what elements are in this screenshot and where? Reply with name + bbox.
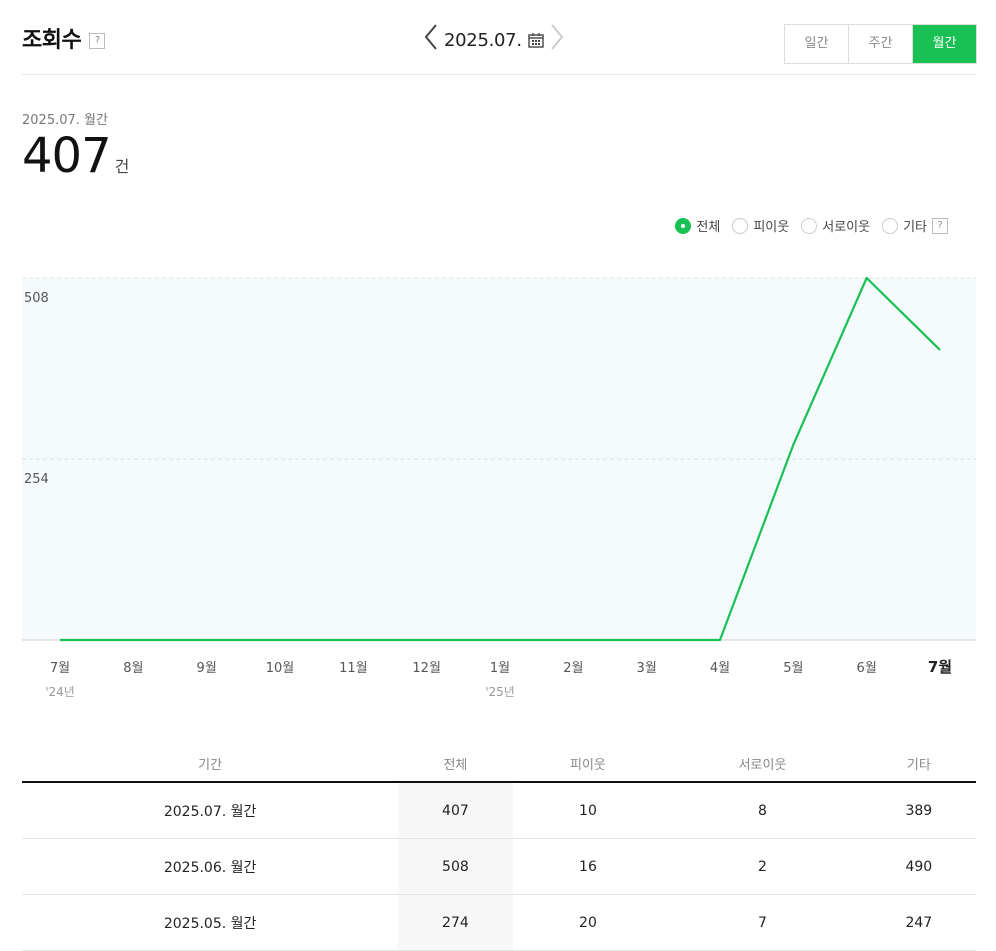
period-tabs: 일간 주간 월간 <box>784 24 977 64</box>
table-row: 2025.06. 월간 508 16 2 490 <box>22 838 976 895</box>
legend-neighbor[interactable]: 피이웃 <box>732 216 789 235</box>
cell-neighbor: 20 <box>512 894 664 951</box>
x-year-label: '25년 <box>485 685 515 699</box>
total-count: 407 건 <box>22 128 129 184</box>
y-tick-label: 508 <box>24 291 49 306</box>
x-tick-label: 3월 <box>637 661 657 676</box>
cell-neighbor: 10 <box>512 782 664 839</box>
legend-all-label: 전체 <box>696 220 721 235</box>
radio-other[interactable] <box>882 217 899 234</box>
cell-period: 2025.07. 월간 <box>22 782 399 839</box>
legend-mutual-neighbor-label: 서로이웃 <box>822 220 871 235</box>
cell-mutual-neighbor: 2 <box>663 838 862 895</box>
tab-daily[interactable]: 일간 <box>785 25 849 63</box>
cell-other: 389 <box>861 782 976 839</box>
tab-weekly[interactable]: 주간 <box>849 25 913 63</box>
cell-neighbor: 16 <box>512 838 664 895</box>
page-title-text: 조회수 <box>22 28 82 53</box>
legend-other-label: 기타 <box>903 220 927 235</box>
legend-neighbor-label: 피이웃 <box>753 220 790 235</box>
tab-monthly[interactable]: 월간 <box>913 25 976 63</box>
x-tick-label: 11월 <box>339 661 368 676</box>
cell-total: 274 <box>398 894 513 951</box>
cell-mutual-neighbor: 7 <box>663 894 862 951</box>
cell-other: 490 <box>861 838 976 895</box>
header-divider <box>22 74 976 75</box>
x-tick-label: 8월 <box>123 661 143 676</box>
x-tick-label: 12월 <box>412 661 441 676</box>
legend-all[interactable]: 전체 <box>675 216 720 235</box>
cell-total: 508 <box>398 838 513 895</box>
page-title: 조회수? <box>22 22 106 54</box>
x-tick-label: 6월 <box>857 661 877 676</box>
x-tick-label: 9월 <box>197 661 217 676</box>
x-tick-label: 7월 <box>928 658 952 676</box>
col-period: 기간 <box>22 745 399 783</box>
cell-other: 247 <box>861 894 976 951</box>
col-total: 전체 <box>398 745 513 783</box>
cell-period: 2025.05. 월간 <box>22 894 399 951</box>
x-tick-label: 4월 <box>710 661 730 676</box>
x-tick-label: 1월 <box>490 661 510 676</box>
legend-other[interactable]: 기타 ? <box>882 216 948 235</box>
table-row: 2025.05. 월간 274 20 7 247 <box>22 894 976 951</box>
table-header-row: 기간 전체 피이웃 서로이웃 기타 <box>22 745 976 783</box>
total-count-unit: 건 <box>114 157 130 176</box>
col-other: 기타 <box>861 745 976 783</box>
col-neighbor: 피이웃 <box>512 745 664 783</box>
help-icon[interactable]: ? <box>932 217 948 234</box>
col-mutual-neighbor: 서로이웃 <box>663 745 862 783</box>
total-count-value: 407 <box>22 128 112 184</box>
views-chart: 254 508 7월 8월 9월 10월 11월 12월 1월 2월 3월 4월 5월 6월 7월 '24년 '… <box>0 270 996 710</box>
help-icon[interactable]: ? <box>89 33 106 49</box>
cell-mutual-neighbor: 8 <box>663 782 862 839</box>
summary-period: 2025.07. 월간 <box>22 113 108 128</box>
x-year-label: '24년 <box>45 685 75 699</box>
cell-period: 2025.06. 월간 <box>22 838 399 895</box>
radio-mutual-neighbor[interactable] <box>801 217 818 234</box>
radio-neighbor[interactable] <box>732 217 749 234</box>
prev-period-button[interactable] <box>424 23 438 58</box>
x-tick-label: 10월 <box>266 661 295 676</box>
table-row: 2025.07. 월간 407 10 8 389 <box>22 782 976 839</box>
chevron-right-icon <box>550 23 564 50</box>
y-tick-label: 254 <box>24 472 49 487</box>
current-date: 2025.07. <box>444 29 522 51</box>
x-tick-label: 2월 <box>563 661 583 676</box>
x-tick-label: 5월 <box>783 661 803 676</box>
legend-mutual-neighbor[interactable]: 서로이웃 <box>801 216 870 235</box>
chevron-left-icon <box>424 23 437 50</box>
views-line-chart: 254 508 7월 8월 9월 10월 11월 12월 1월 2월 3월 4월 5월 6월 7월 '24년 '… <box>22 276 976 699</box>
cell-total: 407 <box>398 782 513 839</box>
calendar-icon[interactable] <box>528 32 544 48</box>
radio-all[interactable] <box>675 217 692 234</box>
next-period-button[interactable] <box>550 23 564 58</box>
x-tick-label: 7월 <box>50 661 70 676</box>
stats-table: 기간 전체 피이웃 서로이웃 기타 2025.07. 월간 407 10 8 3… <box>22 745 976 951</box>
chart-legend: 전체 피이웃 서로이웃 기타 ? <box>675 216 948 235</box>
date-navigator: 2025.07. <box>424 23 564 58</box>
